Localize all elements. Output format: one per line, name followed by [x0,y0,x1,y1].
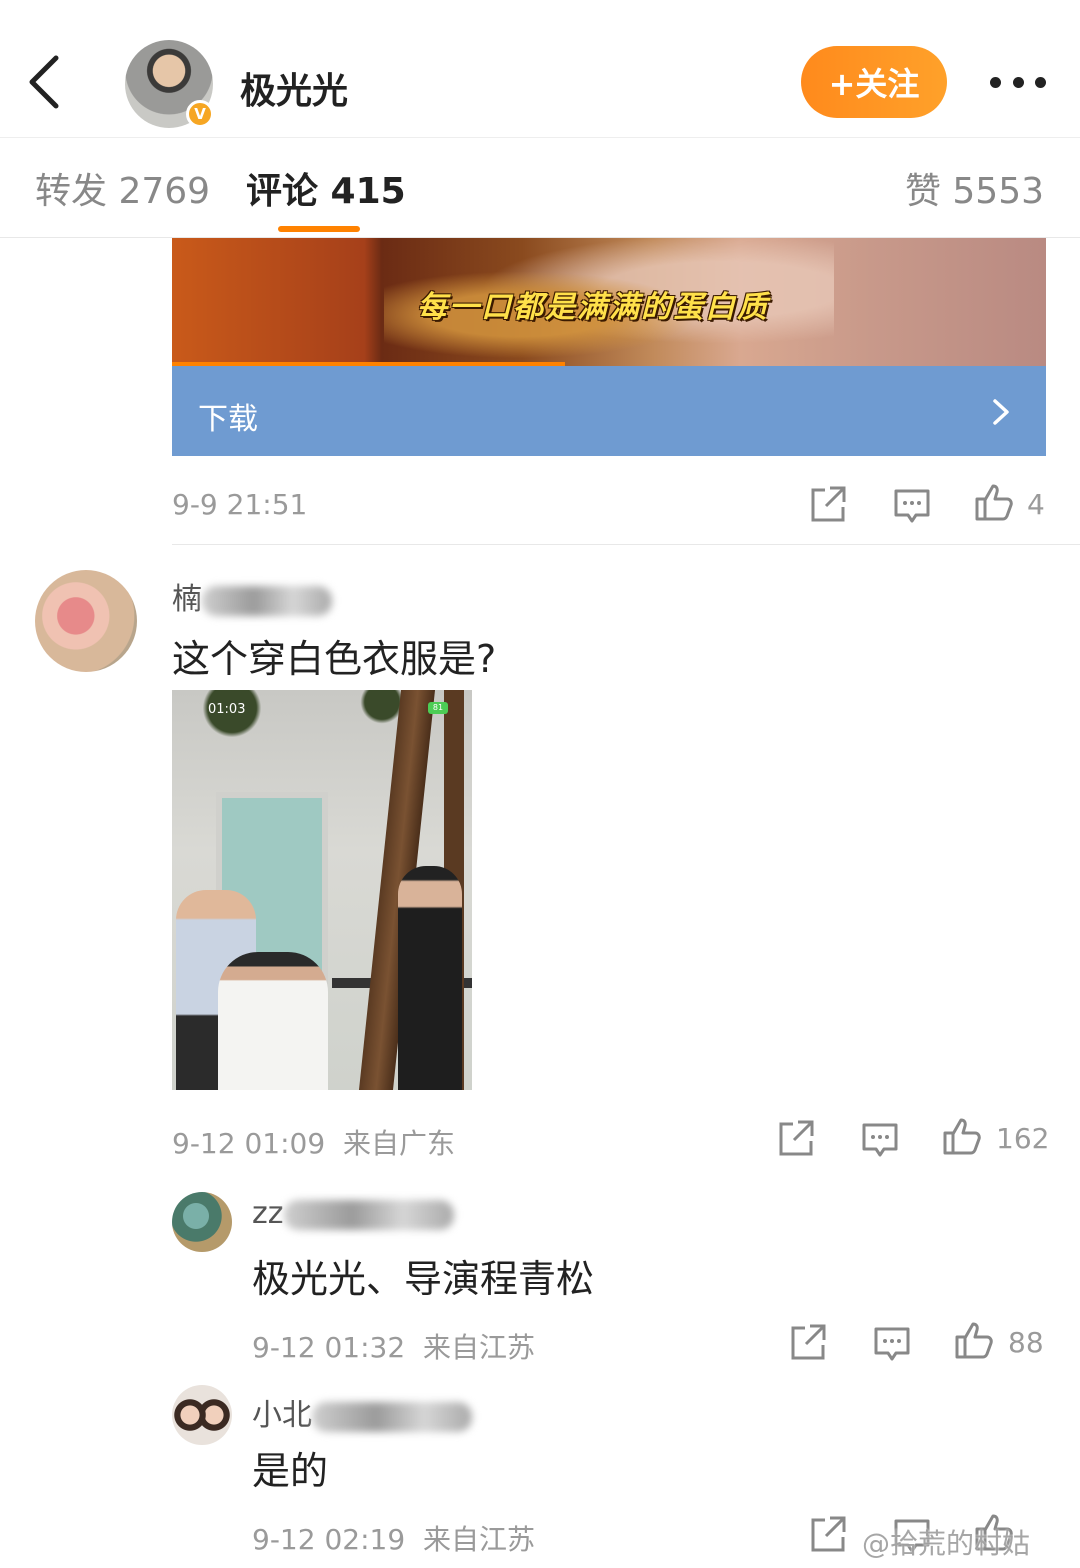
like-button[interactable] [974,482,1014,522]
more-dots-icon [990,76,1001,88]
tab-likes[interactable]: 赞 5553 [905,162,1044,214]
photo-status-time: 01:03 [208,702,246,717]
active-tab-indicator [278,226,360,232]
comment-timestamp: 9-12 01:32 来自江苏 [252,1331,535,1364]
more-button[interactable] [990,68,1046,96]
comment-timestamp: 9-12 02:19 来自江苏 [252,1523,535,1556]
post-timestamp: 9-9 21:51 [172,488,308,521]
comment-timestamp: 9-12 01:09 来自广东 [172,1127,455,1160]
comment-text: 这个穿白色衣服是? [172,637,497,681]
chevron-right-icon [993,399,1009,425]
comment-icon [874,1327,910,1361]
author-name[interactable]: 极光光 [240,62,348,114]
tab-reposts[interactable]: 转发 2769 [35,162,210,214]
commenter-avatar[interactable] [35,570,137,672]
commenter-name[interactable]: zz [252,1196,454,1231]
download-button[interactable]: 下载 [172,366,1046,456]
share-button[interactable] [776,1118,816,1158]
like-count: 88 [1008,1326,1044,1359]
back-button[interactable] [26,52,66,112]
share-icon [811,486,846,522]
name-blur [283,1199,454,1230]
tab-comments[interactable]: 评论 415 [246,162,406,214]
commenter-name[interactable]: 楠 [172,574,332,618]
like-count: 162 [996,1122,1050,1155]
thumbs-up-icon [943,1118,981,1155]
top-bar: V 极光光 +关注 [0,0,1080,138]
battery-icon: 81 [428,702,448,714]
name-blur [312,1401,472,1432]
follow-button[interactable]: +关注 [801,46,947,118]
commenter-avatar[interactable] [172,1192,232,1252]
share-button[interactable] [808,484,848,524]
download-label: 下载 [198,402,258,437]
chevron-left-icon [29,55,59,109]
comment-text: 是的 [252,1449,329,1493]
commenter-avatar[interactable] [172,1385,232,1445]
comment-text: 极光光、导演程青松 [252,1257,595,1301]
ad-caption: 每一口都是满满的蛋白质 [417,290,769,325]
commenter-name[interactable]: 小北 [252,1390,472,1434]
share-icon [791,1324,826,1360]
verified-badge-icon: V [186,100,214,128]
thumbs-up-icon [975,484,1013,521]
comment-icon [862,1123,898,1157]
thumbs-up-icon [955,1322,993,1359]
share-icon [811,1516,846,1552]
comment-button[interactable] [892,486,932,526]
reply-button[interactable] [860,1120,900,1160]
share-button[interactable] [788,1322,828,1362]
comment-icon [894,489,930,523]
ad-video-thumbnail[interactable]: 每一口都是满满的蛋白质 [172,238,1046,366]
tab-bar: 转发 2769 评论 415 赞 5553 [0,138,1080,238]
name-blur [202,585,332,616]
like-count: 4 [1027,488,1045,521]
like-button[interactable] [954,1320,994,1360]
comment-photo[interactable]: 01:03 81 [172,690,472,1090]
divider [172,544,1080,545]
watermark: @拾荒的村姑 [862,1527,1031,1560]
share-button[interactable] [808,1514,848,1554]
like-button[interactable] [942,1116,982,1156]
reply-button[interactable] [872,1324,912,1364]
share-icon [779,1120,814,1156]
